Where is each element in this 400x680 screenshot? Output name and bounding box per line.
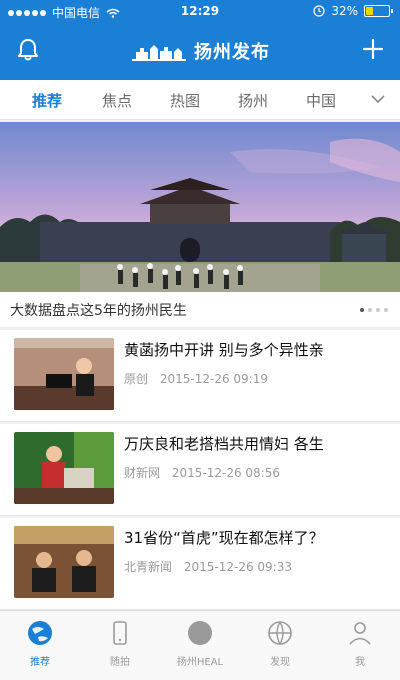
chevron-down-icon[interactable] xyxy=(370,92,386,106)
banner-caption[interactable]: 大数据盘点这5年的扬州民生 xyxy=(0,292,400,328)
news-time: 2015-12-26 09:19 xyxy=(159,372,268,386)
user-icon xyxy=(349,622,371,645)
app-logo: 扬州发布 xyxy=(130,38,270,64)
bell-icon[interactable] xyxy=(14,36,42,64)
status-right: 32% xyxy=(313,4,393,18)
circle-icon xyxy=(188,621,212,645)
news-meta: 财新网 2015-12-26 08:56 xyxy=(124,464,384,481)
app-header: 扬州发布 xyxy=(0,26,400,76)
discover-globe-icon xyxy=(268,621,292,646)
battery-percent: 32% xyxy=(331,4,358,18)
nav-label: 推荐 xyxy=(30,657,50,668)
headline-banner[interactable] xyxy=(0,122,400,292)
nav-photo[interactable]: 随拍 xyxy=(80,611,160,680)
nav-me[interactable]: 我 xyxy=(320,611,400,680)
news-item[interactable]: 黄菡扬中开讲 别与多个异性亲 原创 2015-12-26 09:19 xyxy=(0,330,400,422)
news-thumbnail xyxy=(14,432,114,504)
news-source: 北青新闻 xyxy=(124,560,173,574)
carousel-dot-active xyxy=(360,308,364,312)
news-time: 2015-12-26 09:33 xyxy=(183,560,292,574)
tab-hot-pictures[interactable]: 热图 xyxy=(170,90,200,111)
tab-recommended[interactable]: 推荐 xyxy=(32,90,62,111)
nav-label: 随拍 xyxy=(110,657,130,668)
logo-text: 扬州发布 xyxy=(194,42,270,63)
news-title: 黄菡扬中开讲 别与多个异性亲 xyxy=(124,341,324,359)
status-bar: 中国电信 12:29 32% xyxy=(0,0,400,24)
nav-heal[interactable]: 扬州HEAL xyxy=(160,611,240,680)
banner-image xyxy=(0,122,400,292)
news-source: 财新网 xyxy=(124,466,161,480)
banner-caption-text: 大数据盘点这5年的扬州民生 xyxy=(10,303,187,319)
bottom-navigation: 推荐 随拍 扬州HEAL 发现 我 xyxy=(0,610,400,680)
tab-yangzhou[interactable]: 扬州 xyxy=(238,90,268,111)
tab-focus[interactable]: 焦点 xyxy=(102,90,132,111)
news-title: 31省份“首虎”现在都怎样了？ xyxy=(124,529,324,547)
alarm-icon xyxy=(313,5,325,17)
nav-discover[interactable]: 发现 xyxy=(240,611,320,680)
phone-icon xyxy=(113,621,127,645)
news-title: 万庆良和老搭档共用情妇 各生 xyxy=(124,435,324,453)
news-thumbnail xyxy=(14,526,114,598)
carousel-dot xyxy=(368,308,372,312)
top-bar: 中国电信 12:29 32% 扬州发布 xyxy=(0,0,400,80)
city-wall-logo-icon xyxy=(132,45,186,61)
news-item[interactable]: 万庆良和老搭档共用情妇 各生 财新网 2015-12-26 08:56 xyxy=(0,424,400,516)
nav-label: 我 xyxy=(355,657,365,668)
news-meta: 北青新闻 2015-12-26 09:33 xyxy=(124,558,384,575)
nav-label: 发现 xyxy=(270,657,290,668)
carousel-dot xyxy=(384,308,388,312)
news-source: 原创 xyxy=(124,372,149,386)
add-icon[interactable] xyxy=(358,34,388,64)
nav-label: 扬州HEAL xyxy=(176,657,224,668)
news-item[interactable]: 31省份“首虎”现在都怎样了？ 北青新闻 2015-12-26 09:33 xyxy=(0,518,400,610)
carousel-dot xyxy=(376,308,380,312)
category-tabs: 推荐 焦点 热图 扬州 中国 xyxy=(0,80,400,120)
nav-recommended[interactable]: 推荐 xyxy=(0,611,80,680)
tab-china[interactable]: 中国 xyxy=(306,90,336,111)
carousel-indicators xyxy=(360,308,388,312)
news-time: 2015-12-26 08:56 xyxy=(171,466,280,480)
globe-icon xyxy=(28,621,52,645)
news-meta: 原创 2015-12-26 09:19 xyxy=(124,370,384,387)
battery-icon xyxy=(364,5,393,17)
news-thumbnail xyxy=(14,338,114,410)
